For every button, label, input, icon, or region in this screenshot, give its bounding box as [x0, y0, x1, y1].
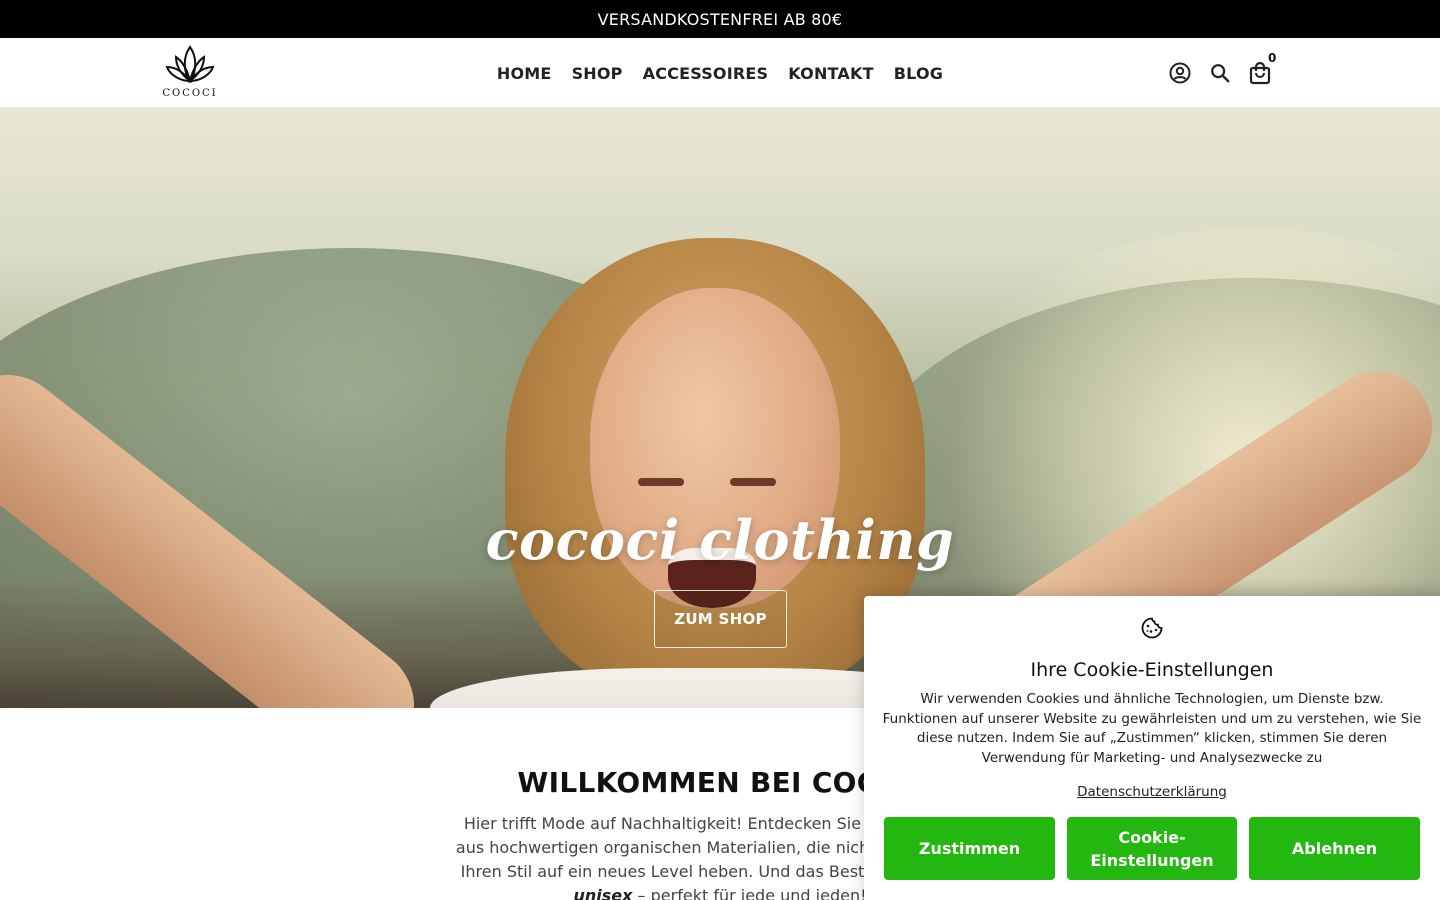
nav-kontakt[interactable]: KONTAKT	[788, 64, 873, 83]
search-icon[interactable]	[1207, 60, 1233, 86]
unisex-emphasis: unisex	[573, 886, 633, 900]
cookie-settings-button[interactable]: Cookie-Einstellungen	[1067, 817, 1237, 880]
welcome-line-rest: – perfekt für jede und jeden!	[632, 886, 867, 900]
cookie-banner: Ihre Cookie-Einstellungen Wir verwenden …	[864, 596, 1440, 900]
cookie-icon	[1140, 616, 1164, 640]
cookie-title: Ihre Cookie-Einstellungen	[1030, 659, 1274, 681]
hero-title: cococi clothing	[485, 508, 955, 572]
site-header: COCOCI HOME SHOP ACCESSOIRES KONTAKT BLO…	[0, 38, 1440, 108]
nav-home[interactable]: HOME	[497, 64, 552, 83]
privacy-policy-link[interactable]: Datenschutzerklärung	[864, 784, 1440, 800]
decline-cookies-button[interactable]: Ablehnen	[1249, 817, 1420, 880]
announcement-bar: VERSANDKOSTENFREI AB 80€	[0, 0, 1440, 38]
cookie-description: Wir verwenden Cookies und ähnliche Techn…	[882, 691, 1422, 766]
nav-shop[interactable]: SHOP	[572, 64, 623, 83]
shop-button[interactable]: ZUM SHOP	[654, 590, 787, 648]
nav-accessoires[interactable]: ACCESSOIRES	[643, 64, 769, 83]
accept-cookies-button[interactable]: Zustimmen	[884, 817, 1055, 880]
hero-image-eye	[730, 478, 776, 486]
announcement-text: VERSANDKOSTENFREI AB 80€	[597, 9, 843, 29]
account-icon[interactable]	[1167, 60, 1193, 86]
cart-count-badge: 0	[1268, 51, 1277, 65]
nav-blog[interactable]: BLOG	[894, 64, 943, 83]
hero-image-eye	[638, 478, 684, 486]
